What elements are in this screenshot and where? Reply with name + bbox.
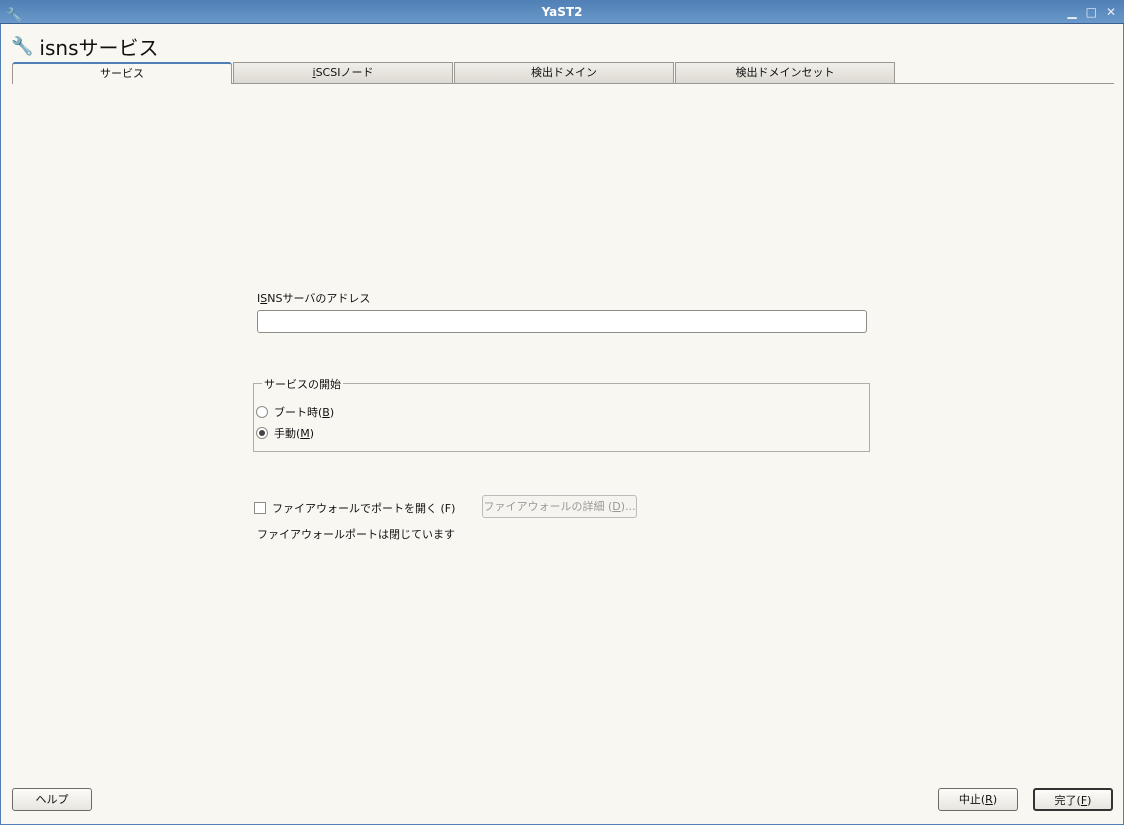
tab-iscsi-node[interactable]: iSCSIノード (233, 62, 453, 83)
abort-button[interactable]: 中止(R) (938, 788, 1018, 811)
group-title: サービスの開始 (262, 376, 343, 392)
tab-discovery-domain-set[interactable]: 検出ドメインセット (675, 62, 895, 83)
radio-manual[interactable]: 手動(M) (256, 425, 314, 441)
tab-label: SCSIノード (315, 66, 374, 79)
close-icon[interactable]: ✕ (1106, 0, 1116, 24)
firewall-status: ファイアウォールポートは閉じています (257, 528, 455, 541)
firewall-open-port-checkbox[interactable]: ファイアウォールでポートを開く (F) (254, 500, 455, 516)
isns-address-input[interactable] (257, 310, 867, 333)
finish-button[interactable]: 完了(F) (1033, 788, 1113, 811)
radio-circle-checked[interactable] (256, 427, 268, 439)
tab-bar: サービス iSCSIノード 検出ドメイン 検出ドメインセット (12, 62, 896, 84)
wrench-icon: 🔧 (11, 36, 34, 57)
minimize-icon[interactable]: ▁ (1067, 0, 1076, 24)
help-button[interactable]: ヘルプ (12, 788, 92, 811)
window-title: YaST2 (541, 5, 583, 19)
checkbox-label: ファイアウォールでポートを開く (F) (272, 502, 456, 515)
title-bar: 🔧 YaST2 ▁ □ ✕ (0, 0, 1124, 24)
radio-boot[interactable]: ブート時(B) (256, 404, 334, 420)
radio-circle[interactable] (256, 406, 268, 418)
service-start-group: サービスの開始 ブート時(B) 手動(M) (253, 376, 870, 452)
tab-divider (231, 83, 1114, 84)
checkbox-box[interactable] (254, 502, 266, 514)
address-label: ISNSサーバのアドレス (257, 292, 371, 305)
main-window: 🔧 isnsサービス サービス iSCSIノード 検出ドメイン 検出ドメインセッ… (0, 24, 1124, 825)
maximize-icon[interactable]: □ (1086, 0, 1097, 24)
tab-service[interactable]: サービス (12, 62, 232, 84)
page-title-text: isnsサービス (39, 36, 159, 60)
firewall-details-button[interactable]: ファイアウォールの詳細 (D)... (482, 495, 637, 518)
tab-discovery-domain[interactable]: 検出ドメイン (454, 62, 674, 83)
page-title: 🔧 isnsサービス (11, 32, 159, 61)
